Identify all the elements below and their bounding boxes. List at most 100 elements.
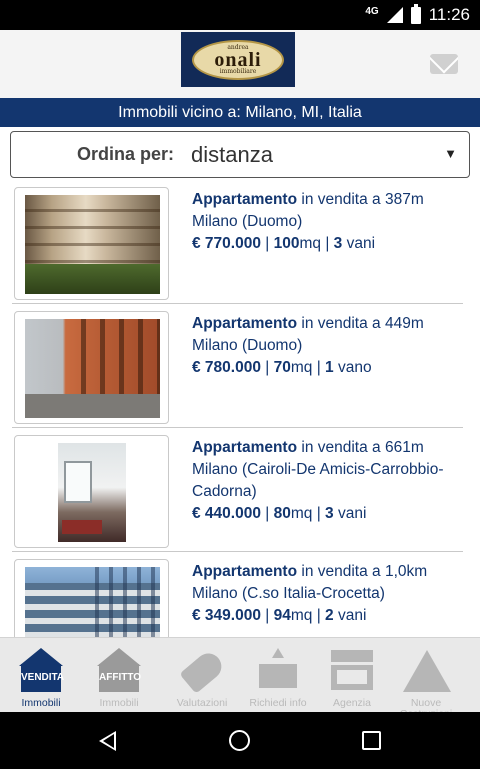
listing-rooms: 2 bbox=[325, 607, 334, 624]
system-nav-bar bbox=[0, 712, 480, 769]
listing-size: 80 bbox=[273, 505, 291, 522]
icon-text: VENDITA bbox=[21, 664, 64, 692]
nav-vendita[interactable]: VENDITA Immobili bbox=[4, 642, 78, 710]
listing-details: € 349.000 | 94mq | 2 vani bbox=[192, 605, 472, 627]
listing-thumbnail[interactable] bbox=[14, 559, 169, 637]
rooms-label: vani bbox=[342, 235, 376, 252]
rooms-label: vani bbox=[333, 505, 367, 522]
sort-label: Ordina per: bbox=[77, 144, 175, 164]
separator: | bbox=[312, 359, 326, 376]
size-unit: mq bbox=[299, 235, 322, 252]
app-header: andrea onali immobiliare bbox=[0, 30, 480, 98]
listing-price: € 780.000 bbox=[192, 359, 261, 376]
bottom-nav: VENDITA Immobili AFFITTO Immobili Valuta… bbox=[0, 637, 480, 720]
separator: | bbox=[321, 235, 334, 252]
mail-icon[interactable] bbox=[430, 54, 458, 74]
battery-icon bbox=[410, 3, 421, 24]
nav-affitto[interactable]: AFFITTO Immobili bbox=[82, 642, 156, 710]
listing-rooms: 3 bbox=[333, 235, 343, 252]
listing-thumbnail[interactable] bbox=[14, 435, 169, 548]
separator: | bbox=[260, 235, 274, 252]
nav-label: Immobili bbox=[99, 697, 139, 709]
network-type: 4G bbox=[365, 5, 379, 17]
listing-item[interactable]: Appartamento in vendita a 449m Milano (D… bbox=[0, 304, 480, 428]
listing-photo bbox=[25, 567, 160, 637]
listing-info[interactable]: Appartamento in vendita a 661m Milano (C… bbox=[192, 437, 472, 525]
home-icon[interactable] bbox=[229, 730, 250, 751]
size-unit: mq bbox=[290, 359, 313, 376]
size-unit: mq bbox=[290, 607, 313, 624]
nav-label: Immobili bbox=[21, 697, 61, 709]
recents-icon[interactable] bbox=[362, 731, 381, 750]
logo-oval: andrea onali immobiliare bbox=[192, 39, 284, 80]
nav-richiedi-info[interactable]: Richiedi info bbox=[241, 642, 315, 710]
listing-type: Appartamento bbox=[192, 191, 298, 208]
location-bar: Immobili vicino a: Milano, MI, Italia bbox=[0, 98, 480, 127]
upload-envelope-icon bbox=[241, 642, 315, 696]
listing-thumbnail[interactable] bbox=[14, 311, 169, 424]
separator: | bbox=[312, 607, 326, 624]
rooms-label: vano bbox=[333, 359, 372, 376]
listing-details: € 780.000 | 70mq | 1 vano bbox=[192, 357, 472, 379]
listing-status: in vendita a 387m bbox=[297, 191, 424, 208]
listing-info[interactable]: Appartamento in vendita a 449m Milano (D… bbox=[192, 313, 472, 379]
listing-status: in vendita a 449m bbox=[297, 315, 424, 332]
back-icon[interactable] bbox=[99, 731, 116, 751]
listing-location: Milano (Duomo) bbox=[192, 337, 303, 354]
listing-size: 100 bbox=[273, 235, 300, 252]
nav-label: Agenzia bbox=[333, 697, 371, 709]
nav-valutazioni[interactable]: Valutazioni bbox=[165, 642, 239, 710]
listing-thumbnail[interactable] bbox=[14, 187, 169, 300]
listing-photo bbox=[58, 443, 126, 542]
listing-size: 94 bbox=[273, 607, 291, 624]
listing-info[interactable]: Appartamento in vendita a 387m Milano (D… bbox=[192, 189, 472, 255]
clock: 11:26 bbox=[428, 5, 470, 24]
storefront-icon bbox=[315, 642, 389, 696]
listing-details: € 440.000 | 80mq | 3 vani bbox=[192, 503, 472, 525]
separator: | bbox=[312, 505, 326, 522]
signal-icon bbox=[386, 7, 403, 23]
listing-location: Milano (C.so Italia-Crocetta) bbox=[192, 585, 385, 602]
separator: | bbox=[260, 607, 274, 624]
house-rent-icon: AFFITTO bbox=[82, 642, 156, 696]
separator: | bbox=[260, 505, 274, 522]
house-sale-icon: VENDITA bbox=[4, 642, 78, 696]
listing-type: Appartamento bbox=[192, 315, 298, 332]
listing-item[interactable]: Appartamento in vendita a 387m Milano (D… bbox=[0, 180, 480, 304]
listing-price: € 349.000 bbox=[192, 607, 261, 624]
construction-sign-icon bbox=[389, 642, 463, 696]
listing-size: 70 bbox=[273, 359, 291, 376]
price-tag-icon bbox=[165, 642, 239, 696]
listing-item[interactable]: Appartamento in vendita a 1,0km Milano (… bbox=[0, 552, 480, 637]
status-bar: 4G 11:26 bbox=[0, 0, 480, 30]
listing-info[interactable]: Appartamento in vendita a 1,0km Milano (… bbox=[192, 561, 472, 627]
nav-nuove-costruzioni[interactable]: Nuove Costruzioni bbox=[389, 642, 463, 720]
size-unit: mq bbox=[290, 505, 313, 522]
icon-text: AFFITTO bbox=[99, 664, 141, 692]
nav-label: Richiedi info bbox=[249, 697, 307, 709]
logo-name: onali bbox=[214, 48, 262, 71]
dropdown-arrow-icon: ▼ bbox=[444, 146, 457, 161]
listing-status: in vendita a 661m bbox=[297, 439, 424, 456]
listing-rooms: 3 bbox=[325, 505, 334, 522]
listing-photo bbox=[25, 319, 160, 418]
separator: | bbox=[260, 359, 274, 376]
listing-location: Milano (Duomo) bbox=[192, 213, 303, 230]
listing-price: € 440.000 bbox=[192, 505, 261, 522]
agency-logo[interactable]: andrea onali immobiliare bbox=[181, 32, 295, 87]
listing-rooms: 1 bbox=[325, 359, 334, 376]
nav-agenzia[interactable]: Agenzia bbox=[315, 642, 389, 710]
sort-value: distanza bbox=[191, 142, 273, 167]
listing-photo bbox=[25, 195, 160, 294]
listing-type: Appartamento bbox=[192, 439, 298, 456]
logo-line2: immobiliare bbox=[219, 67, 257, 75]
listing-status: in vendita a 1,0km bbox=[297, 563, 428, 580]
listing-price: € 770.000 bbox=[192, 235, 261, 252]
listing-type: Appartamento bbox=[192, 563, 298, 580]
listing-details: € 770.000 | 100mq | 3 vani bbox=[192, 233, 472, 255]
listing-item[interactable]: Appartamento in vendita a 661m Milano (C… bbox=[0, 428, 480, 552]
sort-select[interactable]: Ordina per: distanza ▼ bbox=[10, 131, 470, 178]
listing-list[interactable]: Appartamento in vendita a 387m Milano (D… bbox=[0, 180, 480, 637]
rooms-label: vani bbox=[333, 607, 367, 624]
listing-location: Milano (Cairoli-De Amicis-Carrobbio-Cado… bbox=[192, 461, 444, 500]
